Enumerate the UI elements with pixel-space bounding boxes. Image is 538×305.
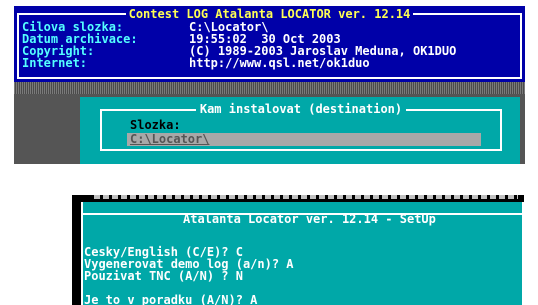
setup-left-border <box>81 202 83 305</box>
info-panel-title: Contest LOG Atalanta LOCATOR ver. 12.14 <box>125 7 414 21</box>
setup-left-bar <box>72 202 81 305</box>
setup-dialog: Atalanta Locator ver. 12.14 - SetUp Cesk… <box>72 195 524 305</box>
setup-title: Atalanta Locator ver. 12.14 - SetUp <box>183 212 436 226</box>
shadow-hatch <box>14 82 525 94</box>
info-value-internet: http://www.qsl.net/ok1duo <box>189 56 370 70</box>
info-panel: Contest LOG Atalanta LOCATOR ver. 12.14 … <box>14 6 525 82</box>
folder-input[interactable]: C:\Locator\ <box>127 133 481 146</box>
setup-confirm-prompt[interactable]: Je to v poradku (A/N)? A <box>84 294 257 305</box>
info-key-internet: Internet: <box>22 56 88 70</box>
setup-content: Atalanta Locator ver. 12.14 - SetUp Cesk… <box>81 202 524 305</box>
setup-top-strip <box>72 195 524 202</box>
setup-top-dashes <box>94 195 518 199</box>
install-dialog-title-bar: Kam instalovat (destination) <box>100 102 502 116</box>
install-panel-backdrop: Kam instalovat (destination) Slozka: C:\… <box>14 82 525 164</box>
info-panel-title-bar: Contest LOG Atalanta LOCATOR ver. 12.14 <box>14 6 525 21</box>
install-dialog: Kam instalovat (destination) Slozka: C:\… <box>80 97 520 164</box>
setup-right-border <box>522 202 524 305</box>
folder-label: Slozka: <box>130 118 181 132</box>
install-dialog-title: Kam instalovat (destination) <box>195 102 407 116</box>
setup-question-tnc[interactable]: Pouzivat TNC (A/N) ? N <box>84 270 243 282</box>
